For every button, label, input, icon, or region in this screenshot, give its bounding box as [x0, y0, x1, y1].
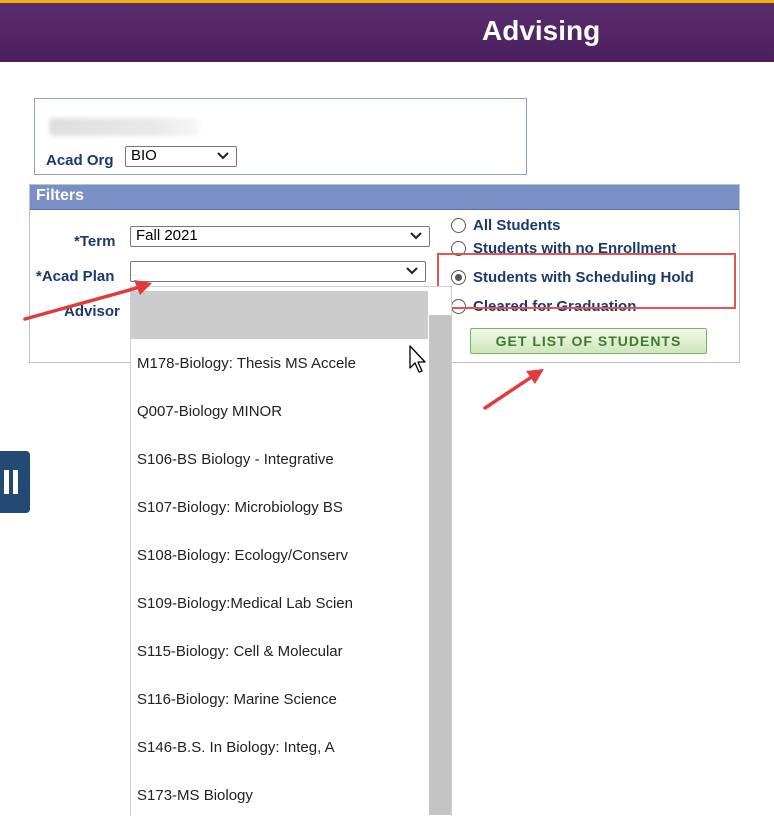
dropdown-option[interactable]: M178-Biology: Thesis MS Accele [137, 355, 356, 372]
org-panel: Acad Org BIO [34, 98, 527, 175]
dropdown-option[interactable]: S106-BS Biology - Integrative [137, 451, 334, 468]
filters-header: Filters [30, 185, 739, 210]
dropdown-option[interactable]: S107-Biology: Microbiology BS [137, 499, 343, 516]
highlight-box [437, 253, 736, 309]
dropdown-option-blank[interactable] [131, 291, 428, 339]
radio-all-students-label: All Students [473, 217, 561, 234]
dropdown-option[interactable]: S115-Biology: Cell & Molecular [137, 643, 343, 660]
redacted-name [49, 118, 199, 136]
cursor-icon [409, 345, 426, 373]
acad-org-select[interactable]: BIO [125, 146, 237, 167]
dropdown-option[interactable]: S173-MS Biology [137, 787, 253, 804]
arrow-annotation [23, 280, 152, 321]
chevron-down-icon [410, 232, 422, 240]
dropdown-option[interactable]: S108-Biology: Ecology/Conserv [137, 547, 348, 564]
app-header: Advising [0, 0, 774, 62]
acad-plan-dropdown[interactable]: M178-Biology: Thesis MS Accele Q007-Biol… [130, 286, 452, 816]
acad-plan-select[interactable] [130, 261, 426, 282]
page-title: Advising [482, 15, 601, 46]
chevron-down-icon [217, 152, 229, 160]
term-value: Fall 2021 [136, 227, 198, 244]
filters-title: Filters [36, 187, 85, 204]
dropdown-option[interactable]: Q007-Biology MINOR [137, 403, 282, 420]
chevron-down-icon [406, 267, 418, 275]
dropdown-scrollbar[interactable] [429, 315, 451, 815]
get-list-button[interactable]: GET LIST OF STUDENTS [470, 328, 707, 354]
acad-org-value: BIO [131, 147, 157, 164]
dropdown-option[interactable]: S146-B.S. In Biology: Integ, A [137, 739, 335, 756]
dropdown-option[interactable]: S109-Biology:Medical Lab Scien [137, 595, 353, 612]
radio-all-students[interactable] [451, 218, 466, 233]
acad-org-label: Acad Org [46, 152, 114, 169]
side-pause-tab[interactable] [0, 451, 30, 513]
term-label: *Term [74, 233, 116, 250]
term-select[interactable]: Fall 2021 [130, 226, 430, 247]
pause-icon [4, 470, 9, 494]
arrow-annotation [483, 369, 544, 410]
dropdown-option[interactable]: S116-Biology: Marine Science [137, 691, 337, 708]
